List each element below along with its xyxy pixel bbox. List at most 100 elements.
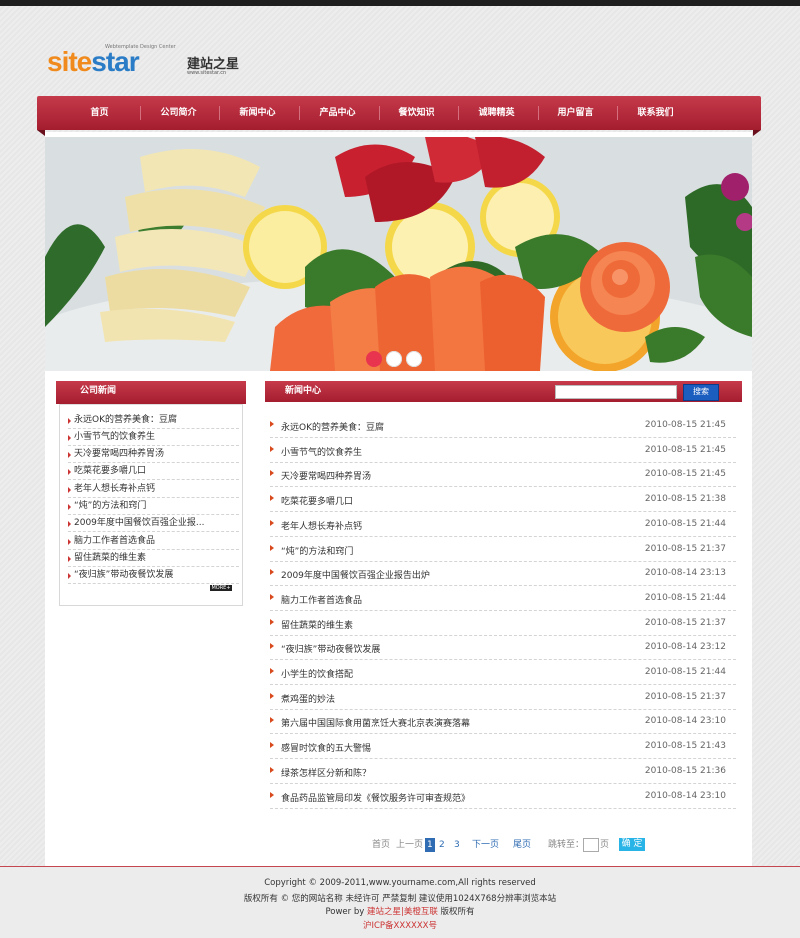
pager-page-1[interactable]: 1	[425, 838, 435, 852]
news-row[interactable]: 感冒时饮食的五大警惕 2010-08-15 21:43	[270, 734, 736, 760]
footer-icp[interactable]: 沪ICP备XXXXXX号	[0, 919, 800, 931]
nav-item-knowledge[interactable]: 餐饮知识	[377, 96, 456, 130]
news-date: 2010-08-15 21:36	[644, 765, 726, 776]
nav-item-contact[interactable]: 联系我们	[616, 96, 695, 130]
banner-food-illustration	[45, 137, 752, 371]
list-item[interactable]: 脑力工作者首选食品	[68, 533, 239, 550]
nav-item-products[interactable]: 产品中心	[298, 96, 377, 130]
news-title[interactable]: 吃菜花要多嚼几口	[281, 494, 353, 507]
news-date: 2010-08-15 21:38	[644, 494, 726, 505]
news-row[interactable]: 绿茶怎样区分新和陈？ 2010-08-15 21:36	[270, 759, 736, 784]
pager-jump-input[interactable]	[583, 838, 599, 852]
pager-go-button[interactable]: 确 定	[619, 838, 645, 851]
news-date: 2010-08-15 21:43	[644, 741, 726, 752]
company-news-box: 公司新闻 永远OK的营养美食：豆腐 小雪节气的饮食养生 天冷要常喝四种养胃汤 吃…	[56, 381, 246, 606]
company-news-header: 公司新闻	[56, 381, 246, 404]
pager-next[interactable]: 下一页	[472, 838, 499, 852]
news-date: 2010-08-15 21:45	[644, 469, 726, 480]
footer-power: Power by 建站之星|美橙互联 版权所有	[0, 905, 800, 917]
news-date: 2010-08-14 23:10	[644, 790, 726, 801]
logo-wordmark: sitestar	[47, 46, 140, 77]
footer-power-link[interactable]: 建站之星|美橙互联	[367, 907, 438, 917]
more-button[interactable]: MORE+	[210, 585, 232, 591]
news-row[interactable]: 吃菜花要多嚼几口 2010-08-15 21:38	[270, 487, 736, 513]
news-row[interactable]: 天冷要常喝四种养胃汤 2010-08-15 21:45	[270, 462, 736, 488]
news-title[interactable]: 感冒时饮食的五大警惕	[281, 741, 371, 754]
news-date: 2010-08-15 21:45	[644, 444, 726, 455]
news-row[interactable]: 留住蔬菜的维生素 2010-08-15 21:37	[270, 611, 736, 636]
nav-item-news[interactable]: 新闻中心	[218, 96, 297, 130]
site-logo[interactable]: Webtemplate Design Center sitestar 建站之星 …	[47, 44, 247, 80]
news-date: 2010-08-15 21:44	[644, 518, 726, 529]
pager-page-2[interactable]: 2	[439, 838, 445, 852]
list-item[interactable]: 老年人想长寿补点钙	[68, 481, 239, 498]
news-date: 2010-08-15 21:37	[644, 691, 726, 702]
pager-first[interactable]: 首页	[372, 838, 390, 852]
list-item[interactable]: 小雪节气的饮食养生	[68, 429, 239, 446]
news-row[interactable]: 老年人想长寿补点钙 2010-08-15 21:44	[270, 512, 736, 537]
news-title[interactable]: 2009年度中国餐饮百强企业报告出炉	[281, 568, 430, 581]
nav-item-guestbook[interactable]: 用户留言	[536, 96, 615, 130]
news-row[interactable]: 煮鸡蛋的妙法 2010-08-15 21:37	[270, 685, 736, 710]
news-center-header: 新闻中心 搜索	[265, 381, 742, 402]
news-date: 2010-08-14 23:13	[644, 568, 726, 579]
list-item[interactable]: 2009年度中国餐饮百强企业报...	[68, 515, 239, 532]
logo-suffix: star	[91, 46, 139, 77]
footer-divider	[0, 866, 800, 867]
search-button[interactable]: 搜索	[683, 384, 719, 401]
list-item[interactable]: 永远OK的营养美食：豆腐	[68, 412, 239, 429]
news-title[interactable]: “炖”的方法和窍门	[281, 544, 353, 557]
news-date: 2010-08-15 21:37	[644, 617, 726, 628]
list-item[interactable]: “炖”的方法和窍门	[68, 498, 239, 515]
news-row[interactable]: 永远OK的营养美食：豆腐 2010-08-15 21:45	[270, 413, 736, 438]
logo-url: www.sitestar.cn	[187, 70, 227, 76]
list-item[interactable]: 吃菜花要多嚼几口	[68, 463, 239, 480]
news-row[interactable]: 小学生的饮食搭配 2010-08-15 21:44	[270, 660, 736, 685]
news-title[interactable]: 绿茶怎样区分新和陈？	[281, 766, 371, 779]
news-row[interactable]: “炖”的方法和窍门 2010-08-15 21:37	[270, 537, 736, 562]
banner-dot-3[interactable]	[406, 351, 422, 367]
news-date: 2010-08-15 21:45	[644, 420, 726, 430]
logo-prefix: site	[47, 46, 92, 77]
search-input[interactable]	[555, 385, 677, 399]
news-row[interactable]: 脑力工作者首选食品 2010-08-15 21:44	[270, 586, 736, 611]
news-date: 2010-08-15 21:44	[644, 592, 726, 603]
pager-page-unit: 页	[600, 840, 610, 850]
news-title[interactable]: 永远OK的营养美食：豆腐	[281, 420, 384, 433]
news-title[interactable]: 小学生的饮食搭配	[281, 667, 353, 680]
news-title[interactable]: 留住蔬菜的维生素	[281, 618, 353, 631]
news-row[interactable]: “夜归族”带动夜餐饮发展 2010-08-14 23:12	[270, 635, 736, 661]
news-row[interactable]: 第六届中国国际食用菌烹饪大赛北京表演赛落幕 2010-08-14 23:10	[270, 709, 736, 735]
footer-power-suffix: 版权所有	[440, 907, 475, 917]
news-title[interactable]: 天冷要常喝四种养胃汤	[281, 469, 371, 482]
pager-last[interactable]: 尾页	[513, 838, 531, 852]
pager-jump-label: 跳转至：	[548, 840, 585, 850]
footer-power-prefix: Power by	[325, 907, 365, 917]
news-title[interactable]: 小雪节气的饮食养生	[281, 445, 362, 458]
list-item[interactable]: “夜归族”带动夜餐饮发展	[68, 567, 239, 584]
news-title[interactable]: 煮鸡蛋的妙法	[281, 692, 335, 705]
news-title[interactable]: “夜归族”带动夜餐饮发展	[281, 642, 380, 655]
news-title[interactable]: 脑力工作者首选食品	[281, 593, 362, 606]
nav-item-jobs[interactable]: 诚聘精英	[457, 96, 536, 130]
news-title[interactable]: 老年人想长寿补点钙	[281, 519, 362, 532]
list-item[interactable]: 天冷要常喝四种养胃汤	[68, 446, 239, 463]
nav-item-about[interactable]: 公司简介	[139, 96, 218, 130]
list-item[interactable]: 留住蔬菜的维生素	[68, 550, 239, 567]
news-title[interactable]: 第六届中国国际食用菌烹饪大赛北京表演赛落幕	[281, 716, 470, 729]
pager-prev[interactable]: 上一页	[396, 838, 423, 852]
news-row[interactable]: 食品药品监管局印发《餐饮服务许可审查规范》 2010-08-14 23:10	[270, 784, 736, 809]
company-news-list: 永远OK的营养美食：豆腐 小雪节气的饮食养生 天冷要常喝四种养胃汤 吃菜花要多嚼…	[59, 404, 243, 606]
news-row[interactable]: 小雪节气的饮食养生 2010-08-15 21:45	[270, 438, 736, 463]
banner-dot-2[interactable]	[386, 351, 402, 367]
banner-image[interactable]	[45, 137, 752, 371]
news-center-title: 新闻中心	[285, 386, 322, 396]
news-date: 2010-08-14 23:12	[644, 642, 726, 653]
nav-item-home[interactable]: 首页	[60, 96, 139, 130]
news-row[interactable]: 2009年度中国餐饮百强企业报告出炉 2010-08-14 23:13	[270, 561, 736, 587]
footer-copyright: Copyright © 2009-2011,www.yourname.com,A…	[264, 878, 536, 888]
company-news-title: 公司新闻	[80, 386, 117, 396]
news-title[interactable]: 食品药品监管局印发《餐饮服务许可审查规范》	[281, 791, 470, 804]
banner-dot-1[interactable]	[366, 351, 382, 367]
pager-page-3[interactable]: 3	[454, 838, 460, 852]
